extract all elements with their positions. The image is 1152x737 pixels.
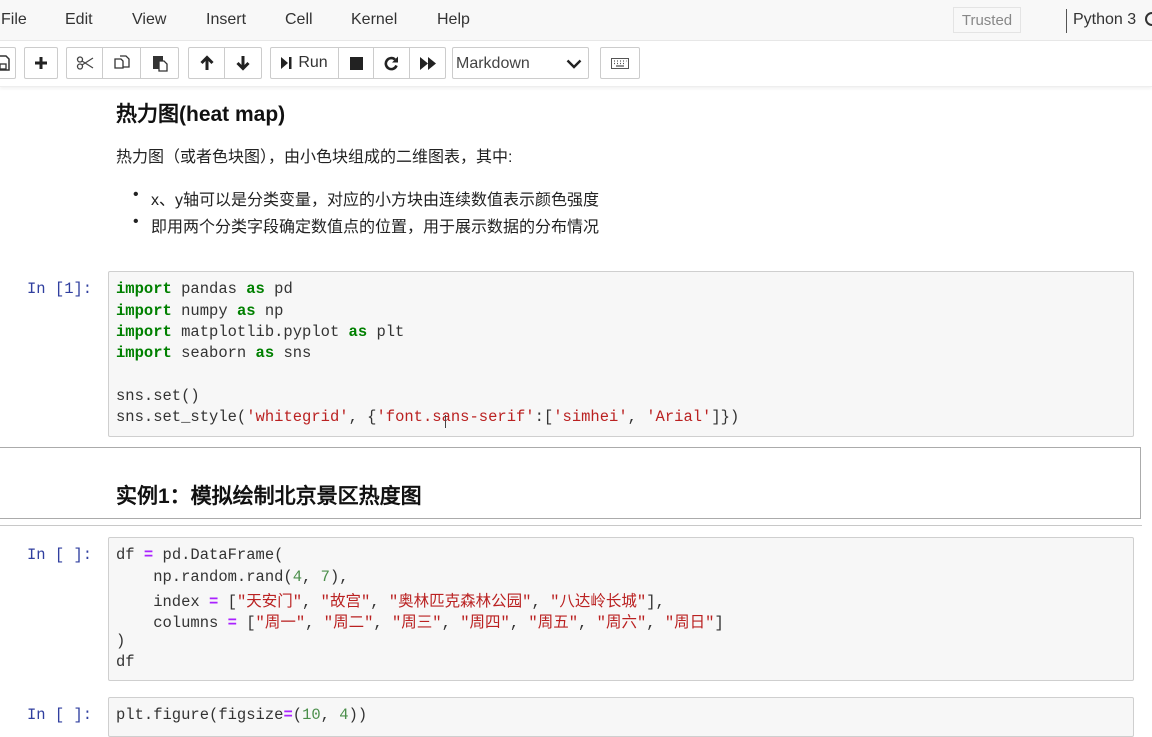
code-line: columns = ["周一", "周二", "周三", "周四", "周五",…	[116, 614, 724, 632]
intro-paragraph: 热力图（或者色块图），由小色块组成的二维图表，其中:	[116, 149, 513, 166]
text-cursor	[445, 415, 446, 428]
plus-icon	[34, 56, 48, 70]
copy-icon	[113, 54, 130, 72]
cell-prompt: In [1]:	[27, 280, 93, 298]
cut-button[interactable]	[66, 47, 103, 79]
cell-type-value: Markdown	[456, 55, 530, 72]
insert-cell-button[interactable]	[24, 47, 58, 79]
code-line: plt.figure(figsize=(10, 4))	[116, 706, 368, 724]
code-line: )	[116, 632, 126, 650]
menu-insert[interactable]: Insert	[206, 11, 246, 29]
move-up-button[interactable]	[188, 47, 225, 79]
paste-icon	[152, 55, 168, 72]
cell-type-select[interactable]: Markdown	[452, 47, 589, 79]
save-button[interactable]	[0, 47, 16, 79]
kw-import: import	[116, 302, 172, 320]
restart-button[interactable]	[374, 47, 410, 79]
code-line: sns.set()	[116, 387, 200, 405]
code-text: sns	[274, 344, 312, 362]
kernel-separator	[1066, 9, 1067, 33]
code-text: matplotlib.pyplot	[171, 323, 349, 341]
code-cell-dataframe[interactable]: df = pd.DataFrame( np.random.rand(4, 7),…	[108, 537, 1134, 681]
bullet-item: 即用两个分类字段确定数值点的位置，用于展示数据的分布情况	[133, 213, 600, 237]
arrow-down-icon	[236, 55, 250, 71]
copy-button[interactable]	[103, 47, 141, 79]
code-cell-figure[interactable]: plt.figure(figsize=(10, 4))	[108, 697, 1134, 737]
trusted-badge[interactable]: Trusted	[953, 7, 1021, 33]
bullet-text: 即用两个分类字段确定数值点的位置，用于展示数据的分布情况	[151, 219, 600, 236]
save-icon	[0, 55, 10, 71]
code-line: import pandas as pd	[116, 280, 293, 298]
code-text: np	[255, 302, 284, 320]
cell-divider	[0, 525, 1142, 526]
run-all-button[interactable]	[410, 47, 446, 79]
menu-bar: File Edit View Insert Cell Kernel Help T…	[0, 0, 1152, 41]
bullet-text: x、y轴可以是分类变量，对应的小方块由连续数值表示颜色强度	[151, 192, 600, 209]
menu-help[interactable]: Help	[437, 11, 470, 29]
fast-forward-icon	[419, 56, 436, 70]
kernel-idle-icon	[1145, 12, 1152, 26]
kernel-name: Python 3	[1073, 11, 1137, 28]
cell-prompt: In [ ]:	[27, 546, 93, 564]
command-palette-button[interactable]	[600, 47, 640, 79]
code-cell-imports[interactable]: import pandas as pd import numpy as np i…	[108, 271, 1134, 437]
move-down-button[interactable]	[225, 47, 262, 79]
step-run-icon	[281, 56, 292, 70]
code-text: pandas	[171, 280, 247, 298]
keyboard-icon	[611, 57, 629, 69]
code-text: seaborn	[171, 344, 256, 362]
code-line: sns.set_style('whitegrid', {'font.sans-s…	[116, 408, 740, 426]
kw-as: as	[348, 323, 368, 341]
arrow-up-icon	[199, 55, 214, 71]
run-button[interactable]: Run	[270, 47, 339, 79]
code-line: df = pd.DataFrame(	[116, 546, 284, 564]
code-line: import matplotlib.pyplot as plt	[116, 323, 404, 341]
code-text: pd	[264, 280, 293, 298]
kw-as: as	[255, 344, 275, 362]
cell-prompt: In [ ]:	[27, 706, 93, 724]
bullet-item: x、y轴可以是分类变量，对应的小方块由连续数值表示颜色强度	[133, 186, 600, 210]
code-line: index = ["天安门", "故宫", "奥林匹克森林公园", "八达岭长城…	[116, 593, 665, 611]
code-line: df	[116, 653, 135, 671]
paste-button[interactable]	[141, 47, 179, 79]
scissors-icon	[76, 56, 94, 70]
menu-edit[interactable]: Edit	[65, 11, 93, 29]
code-line: np.random.rand(4, 7),	[116, 568, 349, 586]
kw-import: import	[116, 323, 172, 341]
code-line: import seaborn as sns	[116, 344, 311, 362]
interrupt-button[interactable]	[339, 47, 374, 79]
stop-icon	[349, 56, 363, 70]
code-text: plt	[367, 323, 405, 341]
menu-cell[interactable]: Cell	[285, 11, 313, 29]
chevron-down-icon	[566, 57, 582, 75]
kw-as: as	[236, 302, 256, 320]
run-label: Run	[298, 54, 328, 71]
menu-view[interactable]: View	[132, 11, 166, 29]
code-text: numpy	[171, 302, 237, 320]
restart-icon	[384, 56, 399, 71]
kw-as: as	[246, 280, 265, 298]
menu-kernel[interactable]: Kernel	[351, 11, 397, 29]
heading-heat-map: 热力图(heat map)	[116, 103, 286, 126]
menu-file[interactable]: File	[1, 11, 27, 29]
heading-example-1: 实例1：模拟绘制北京景区热度图	[116, 485, 422, 508]
kw-import: import	[116, 280, 172, 298]
kw-import: import	[116, 344, 172, 362]
code-line: import numpy as np	[116, 302, 283, 320]
